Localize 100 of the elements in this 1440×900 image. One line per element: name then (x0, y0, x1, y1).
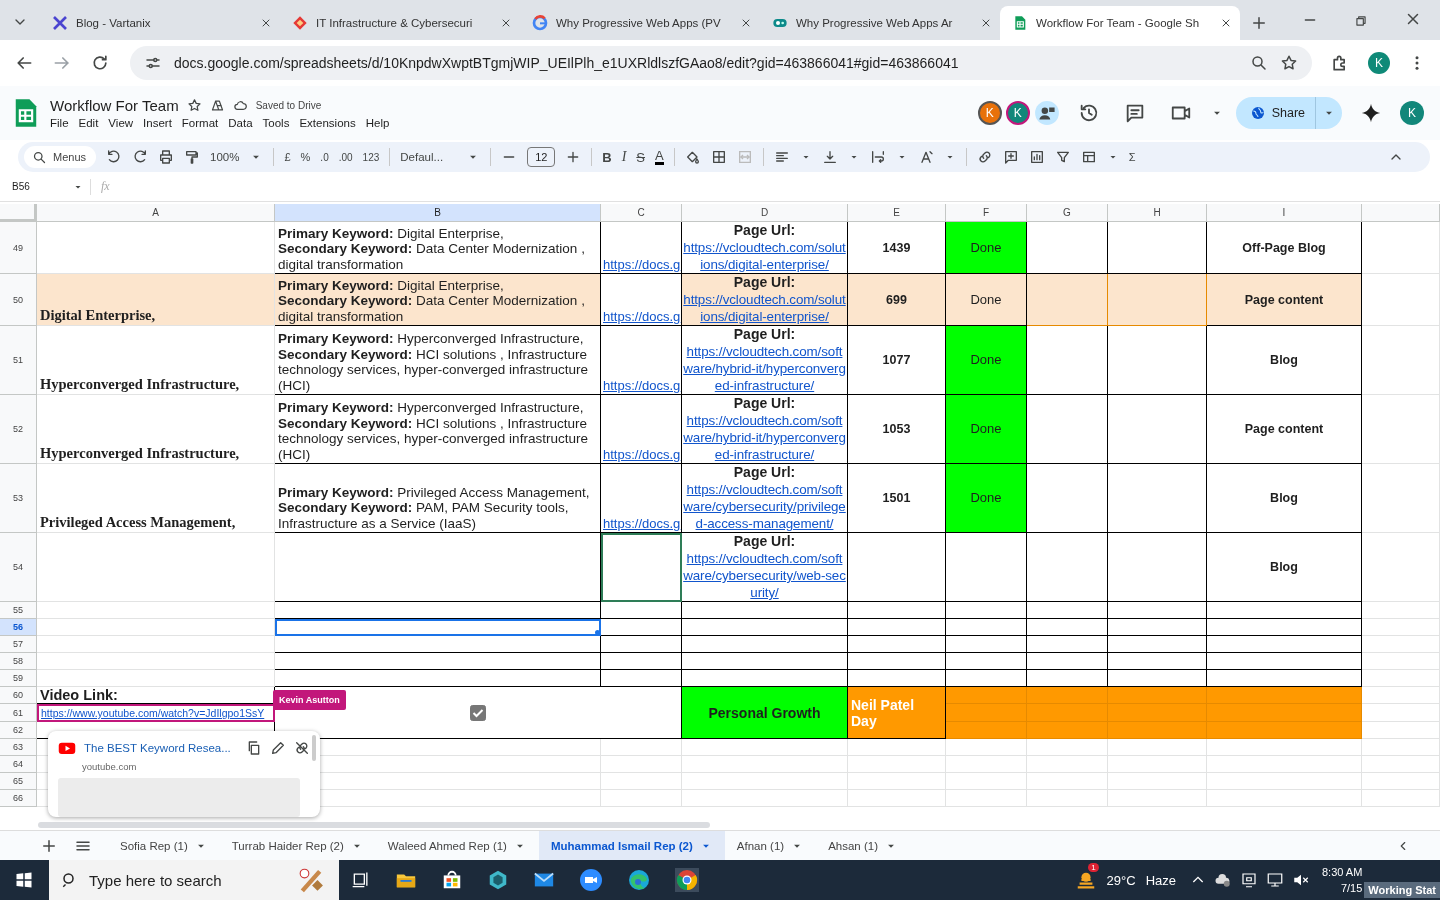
browser-tab[interactable]: Workflow For Team - Google Sh (1000, 6, 1240, 40)
menu-item[interactable]: View (103, 117, 139, 129)
number-format-button[interactable]: 123 (362, 151, 380, 163)
sheet-tab[interactable]: Ahsan (1) (816, 830, 910, 861)
browser-tab[interactable]: Blog - Vartanix (40, 6, 280, 40)
url-link[interactable]: https://vcloudtech.com/software/hybrid-it/hyperconverged-infrastructure/ (683, 412, 846, 463)
account-avatar[interactable]: K (1400, 101, 1424, 125)
column-header[interactable]: F (946, 204, 1027, 222)
table-cell: Done (946, 222, 1027, 274)
save-status: Saved to Drive (255, 100, 322, 111)
notification-badge: 1 (1088, 863, 1099, 872)
url-link[interactable]: https://vcloudtech.com/software/hybrid-it/hyperconverged-infrastructure/ (683, 343, 846, 394)
address-bar[interactable]: docs.google.com/spreadsheets/d/10KnpdwXwptBTgmjWIP_UEIlPlh_e1UXRldlszfGAao8/edit?gid=463866041#gid=463866041 (130, 46, 1312, 80)
decrease-decimals-button[interactable]: .0 (320, 151, 329, 163)
functions-button[interactable]: Σ (1128, 151, 1136, 163)
row-header[interactable]: 61 (0, 704, 37, 722)
url-link[interactable]: https://www.youtube.com/watch?v=JdIlgpo1SsY (41, 706, 271, 720)
sheet-tab[interactable]: Muhammad Ismail Rep (2) (538, 830, 725, 861)
browser-tab[interactable]: Why Progressive Web Apps Ar (760, 6, 1000, 40)
row-header[interactable]: 58 (0, 653, 37, 670)
column-header[interactable]: H (1108, 204, 1207, 222)
column-header[interactable]: C (601, 204, 682, 222)
sheet-tab[interactable]: Turrab Haider Rep (2) (219, 830, 376, 861)
clock-time[interactable]: 8:30 AM (1322, 866, 1363, 878)
document-title[interactable]: Workflow For Team (50, 97, 179, 114)
menu-item[interactable]: Tools (257, 117, 295, 129)
url-link[interactable]: https://docs.g (603, 447, 679, 463)
table-cell: Neil Patel Day (848, 687, 946, 739)
row-header[interactable]: 59 (0, 670, 37, 687)
row-header[interactable]: 63 (0, 739, 37, 756)
name-box[interactable]: B56 (12, 181, 66, 192)
menu-item[interactable]: Data (223, 117, 258, 129)
row-header[interactable]: 51 (0, 326, 37, 395)
browser-tab[interactable]: IT Infrastructure & Cybersecuri (280, 6, 520, 40)
strikethrough-button[interactable]: S (636, 149, 646, 165)
taskbar-search-field[interactable]: Type here to search (49, 860, 339, 900)
table-cell: Done (946, 395, 1027, 464)
table-cell: Primary Keyword: Hyperconverged Infrastructure, Secondary Keyword: HCI solutions , Infrastructure technology services, hyper-converged infrastructure (HCI) (275, 326, 601, 395)
browser-tab[interactable]: Why Progressive Web Apps (PV (520, 6, 760, 40)
profile-avatar[interactable]: K (1368, 52, 1390, 74)
table-cell: Blog (1207, 326, 1362, 395)
row-header[interactable]: 53 (0, 464, 37, 533)
menu-item[interactable]: Edit (73, 117, 104, 129)
url-link[interactable]: https://vcloudtech.com/solutions/digital-enterprise/ (683, 239, 846, 273)
row-header[interactable]: 52 (0, 395, 37, 464)
url-link[interactable]: https://vcloudtech.com/solutions/digital-enterprise/ (683, 291, 846, 325)
column-header[interactable]: B (275, 204, 601, 222)
url-link[interactable]: https://docs.g (603, 516, 679, 532)
sheet-tab[interactable]: Sofia Rep (1) (108, 830, 220, 861)
italic-button[interactable]: I (621, 149, 627, 165)
table-cell: Primary Keyword: Digital Enterprise, Secondary Keyword: Data Center Modernization , digital transformation (275, 222, 601, 274)
column-header[interactable]: I (1207, 204, 1362, 222)
menu-item[interactable]: Help (360, 117, 395, 129)
table-cell: 1439 (848, 222, 946, 274)
sheet-tab[interactable]: Afnan (1) (724, 830, 817, 861)
menu-item[interactable]: Format (176, 117, 224, 129)
row-header[interactable]: 57 (0, 636, 37, 653)
column-header[interactable]: G (1027, 204, 1108, 222)
collaborator-name-tag: Kevin Asutton (273, 690, 346, 710)
url-link[interactable]: https://docs.g (603, 378, 679, 394)
row-header[interactable]: 66 (0, 790, 37, 807)
currency-button[interactable]: £ (284, 151, 291, 163)
zoom-dropdown[interactable]: 100% (210, 151, 240, 163)
row-header[interactable]: 62 (0, 722, 37, 739)
bold-button[interactable]: B (602, 149, 612, 165)
user-avatar[interactable]: K (1005, 101, 1030, 125)
percent-button[interactable]: % (300, 151, 311, 163)
clock-date[interactable]: 7/15 (1340, 882, 1363, 894)
font-size-field[interactable]: 12 (527, 147, 556, 167)
row-header[interactable]: 54 (0, 533, 37, 602)
row-header[interactable]: 64 (0, 756, 37, 773)
row-header[interactable]: 60 (0, 687, 37, 704)
menu-search-field[interactable]: Menus (24, 146, 97, 168)
row-header[interactable]: 65 (0, 773, 37, 790)
column-header[interactable]: E (848, 204, 946, 222)
table-cell: Page content (1207, 395, 1362, 464)
row-header[interactable]: 49 (0, 222, 37, 274)
preview-title-link[interactable]: The BEST Keyword Resea... (84, 742, 238, 754)
column-header[interactable]: A (37, 204, 275, 222)
row-header[interactable]: 56 (0, 619, 37, 636)
cell-label: Page Url: (733, 464, 796, 481)
table-cell: Off-Page Blog (1207, 222, 1362, 274)
row-header[interactable]: 50 (0, 274, 37, 326)
url-link[interactable]: https://docs.g (603, 257, 679, 273)
cell-label: Page Url: (733, 326, 796, 343)
menu-item[interactable]: Extensions (294, 117, 361, 129)
table-cell: Digital Enterprise, (37, 274, 275, 326)
increase-decimals-button[interactable]: .00 (338, 151, 353, 163)
sheet-tab[interactable]: Waleed Ahmed Rep (1) (375, 830, 539, 861)
table-cell: Blog (1207, 533, 1362, 602)
column-header[interactable]: D (682, 204, 848, 222)
font-dropdown[interactable]: Defaul... (400, 151, 457, 163)
menu-item[interactable]: Insert (138, 117, 177, 129)
row-header[interactable]: 55 (0, 602, 37, 619)
menu-item[interactable]: File (50, 117, 74, 129)
text-color-button[interactable]: A (655, 149, 664, 165)
url-link[interactable]: https://docs.g (603, 309, 679, 325)
url-link[interactable]: https://vcloudtech.com/software/cybersecurity/web-security/ (683, 550, 846, 601)
table-cell: Done (946, 274, 1027, 326)
url-link[interactable]: https://vcloudtech.com/software/cybersecurity/privileged-access-management/ (683, 481, 846, 532)
